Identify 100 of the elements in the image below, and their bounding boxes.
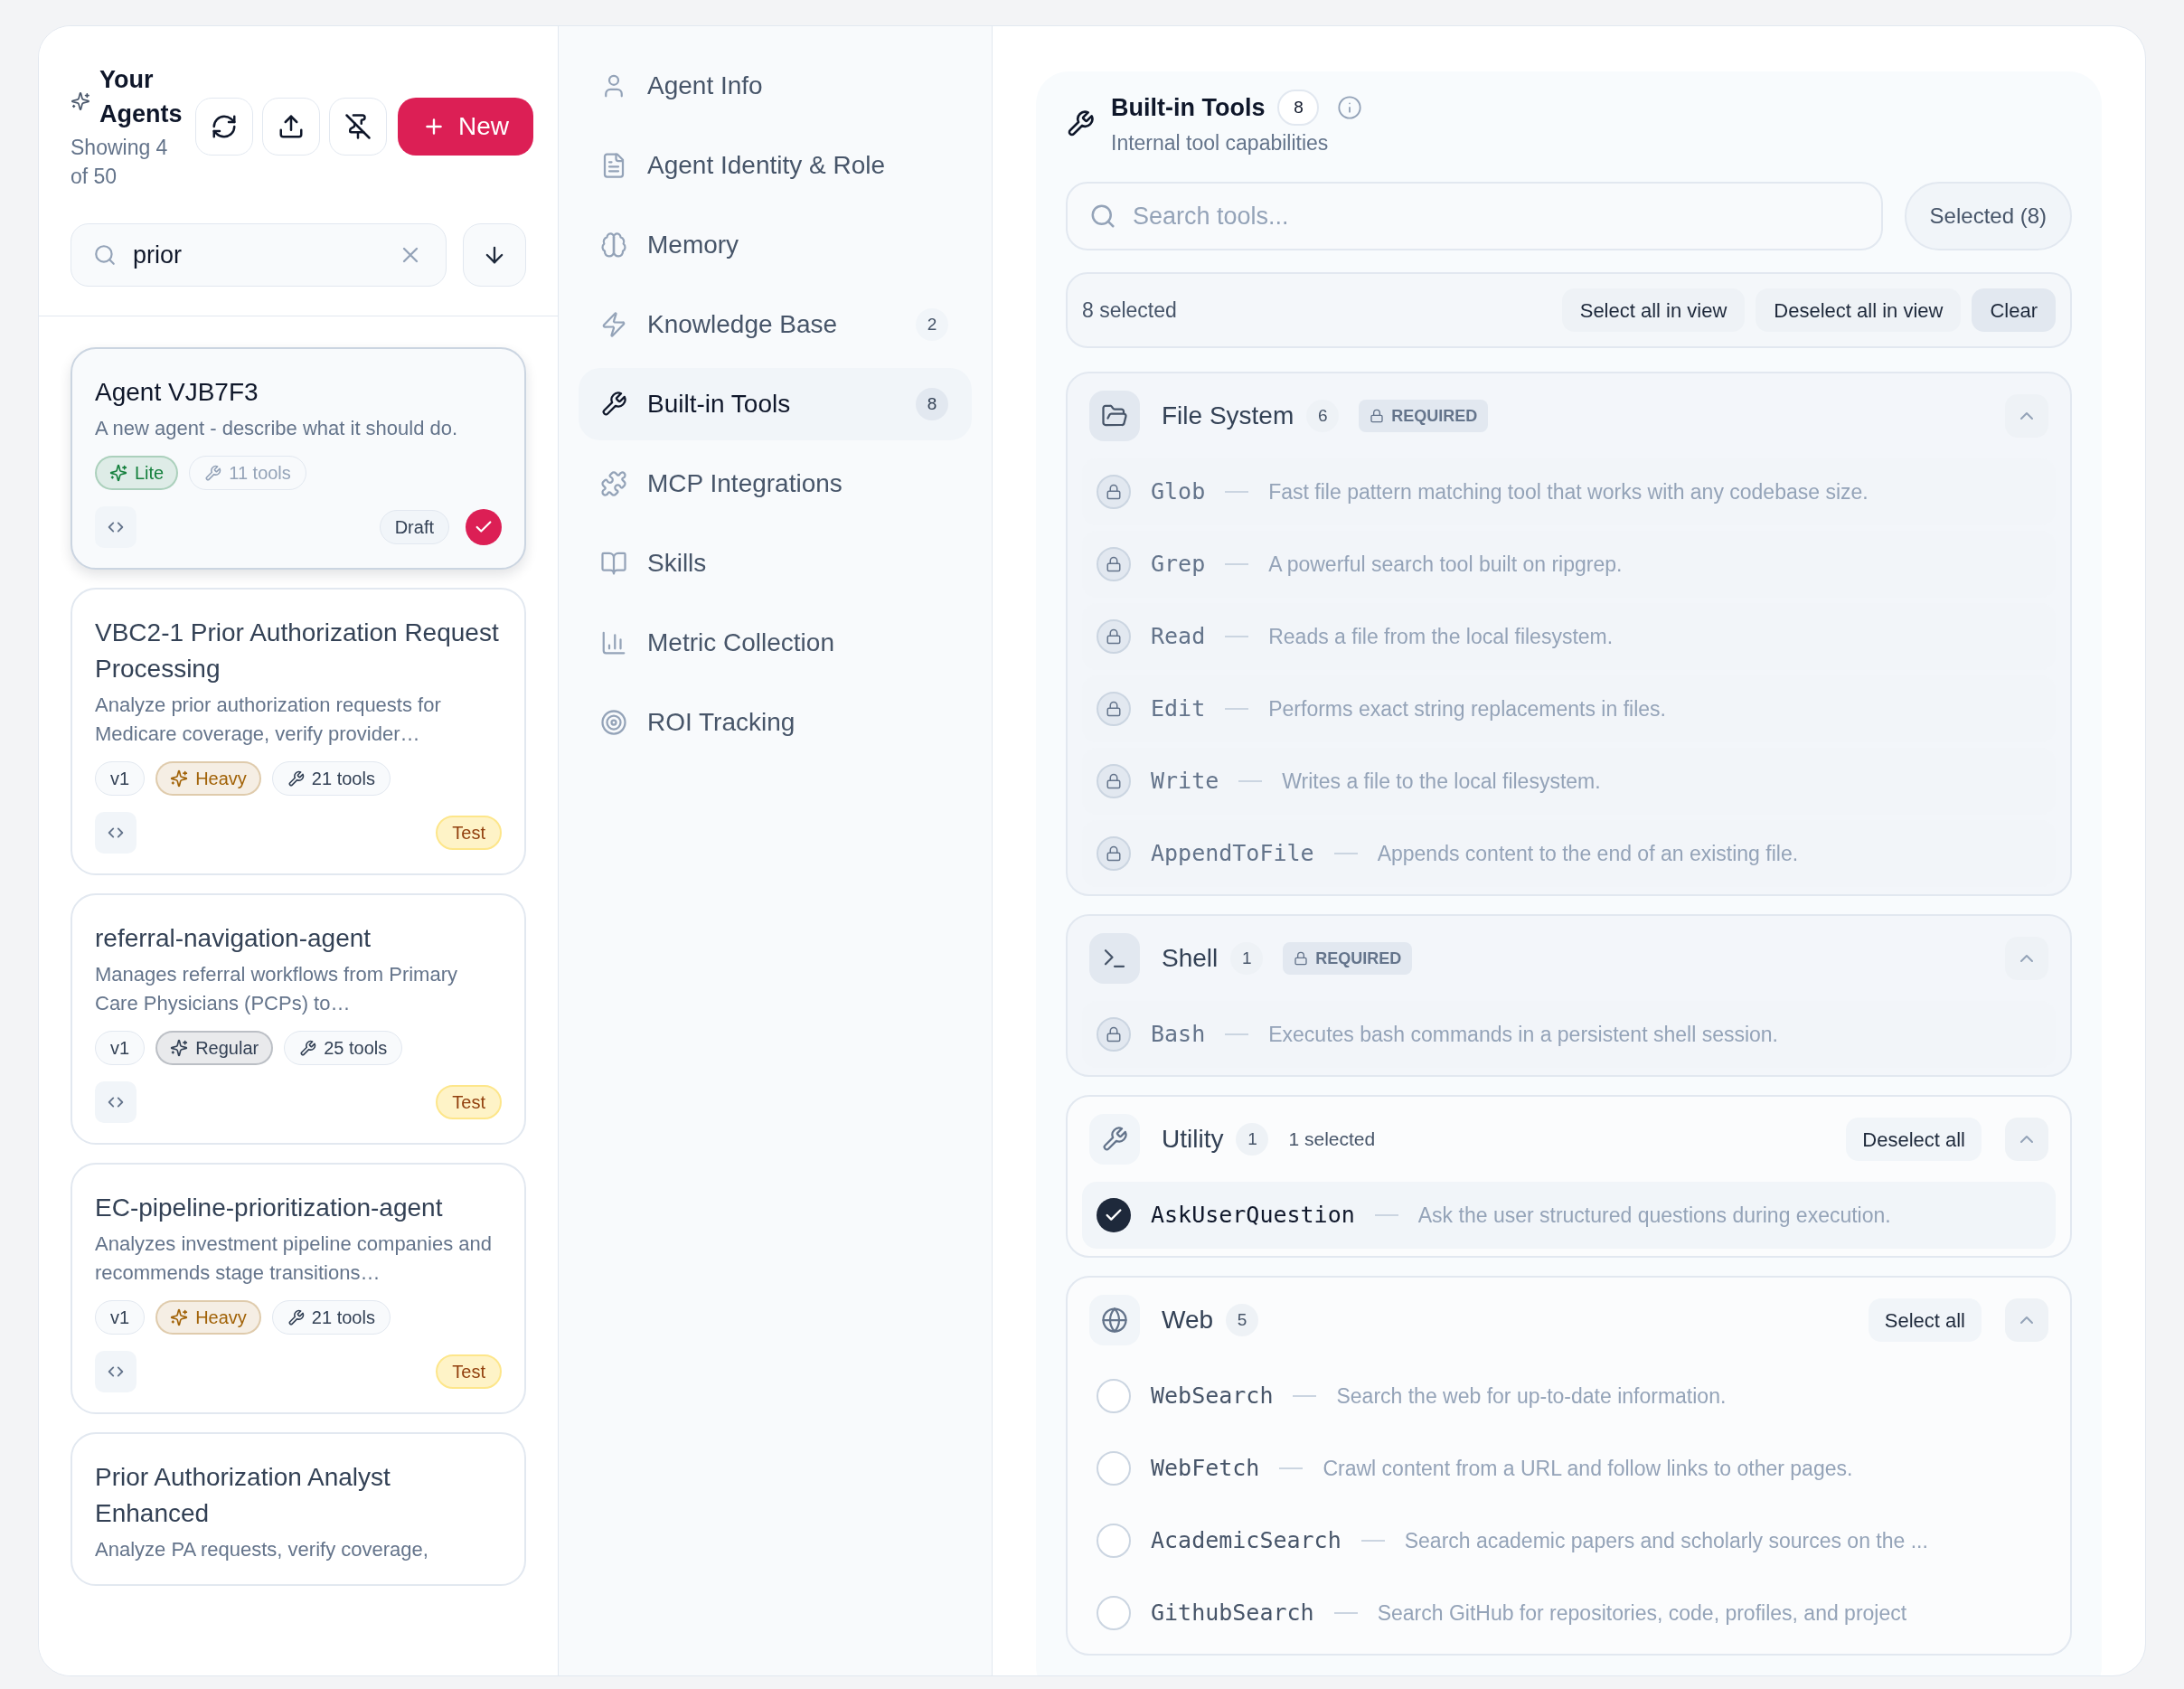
target-icon — [600, 709, 627, 736]
code-button[interactable] — [95, 506, 136, 548]
search-field[interactable]: Search tools... — [1066, 182, 1883, 250]
status-badge: Test — [436, 1354, 502, 1389]
wrench-icon — [600, 391, 627, 418]
agent-name: Prior Authorization Analyst Enhanced — [95, 1462, 391, 1529]
tool-description: Reads a file from the local filesystem. — [1268, 623, 1614, 650]
tool-description: Performs exact string replacements in files. — [1268, 695, 1666, 722]
status-badge: Test — [436, 1085, 502, 1119]
count-badge: 8 — [1277, 89, 1320, 126]
puzzle-icon — [600, 470, 627, 497]
tool-name: AskUserQuestion — [1151, 1201, 1355, 1231]
group-action-button[interactable]: Deselect all — [1846, 1118, 1982, 1161]
tool-name: Edit — [1151, 694, 1206, 724]
tool-name: Bash — [1151, 1020, 1206, 1050]
nav-item[interactable]: Built-in Tools 8 — [579, 368, 972, 440]
nav-item[interactable]: Metric Collection — [579, 607, 972, 679]
agent-name: referral-navigation-agent — [95, 923, 372, 954]
tool-name: GithubSearch — [1151, 1599, 1314, 1628]
agent-card[interactable]: Agent VJB7F3 A new agent - describe what it should do. Lite 11 tools Draft — [71, 347, 526, 570]
checkbox[interactable] — [1097, 1451, 1131, 1486]
unpin-button[interactable] — [329, 98, 387, 156]
tool-row[interactable]: AskUserQuestion Ask the user structured questions during execution. — [1082, 1182, 2056, 1249]
search-input[interactable]: prior — [133, 224, 381, 286]
tier-badge: Heavy — [155, 761, 261, 796]
tier-badge: Regular — [155, 1031, 274, 1065]
lock-icon — [1106, 701, 1122, 717]
group-action-button[interactable]: Select all — [1868, 1298, 1982, 1342]
search-field[interactable]: prior — [71, 223, 447, 287]
sparkles-icon — [71, 91, 90, 111]
tool-name: Write — [1151, 767, 1219, 797]
tool-name: Grep — [1151, 550, 1206, 580]
nav-item[interactable]: ROI Tracking — [579, 686, 972, 759]
book-icon — [600, 550, 627, 577]
tool-description: Appends content to the end of an existing file. — [1377, 840, 1799, 867]
agent-name: Agent VJB7F3 — [95, 377, 259, 408]
agent-card[interactable]: VBC2-1 Prior Authorization Request Processing Analyze prior authorization requests for Medicare coverage, verify provider… v1 Heavy 21 tools Test — [71, 588, 526, 875]
tool-name: Glob — [1151, 477, 1206, 507]
new-agent-button[interactable]: New — [398, 98, 533, 156]
tool-description: Fast file pattern matching tool that works with any codebase size. — [1268, 478, 1869, 505]
tier-badge: Heavy — [155, 1300, 261, 1335]
count-badge: 2 — [916, 308, 948, 341]
agent-description: Analyze prior authorization requests for Medicare coverage, verify provider… — [95, 693, 442, 747]
nav-item[interactable]: Agent Info — [579, 50, 972, 122]
bulk-action-button[interactable]: Deselect all in view — [1756, 288, 1962, 332]
search-icon — [1089, 203, 1116, 230]
checkbox[interactable] — [1097, 1596, 1131, 1630]
lock-icon — [1106, 773, 1122, 789]
agent-card[interactable]: EC-pipeline-prioritization-agent Analyzes investment pipeline companies and recommends stage transitions… v1 Heavy 21 tools Test — [71, 1163, 526, 1414]
bulk-action-button[interactable]: Clear — [1972, 288, 2056, 332]
nav-item[interactable]: Skills — [579, 527, 972, 599]
count-badge: 5 — [1226, 1304, 1259, 1336]
wrench-icon — [204, 464, 222, 482]
version-badge: v1 — [95, 1300, 146, 1335]
checkbox[interactable] — [1097, 1524, 1131, 1558]
code-button[interactable] — [95, 812, 136, 854]
nav-item[interactable]: Memory — [579, 209, 972, 281]
group-name: File System — [1162, 401, 1294, 431]
tool-count-badge: 21 tools — [271, 1300, 391, 1335]
refresh-button[interactable] — [195, 98, 253, 156]
collapse-button[interactable] — [2005, 937, 2048, 980]
collapse-button[interactable] — [2005, 1298, 2048, 1342]
bulk-action-button[interactable]: Select all in view — [1561, 288, 1746, 332]
lock-icon — [1106, 1026, 1122, 1043]
nav-item[interactable]: Agent Identity & Role — [579, 129, 972, 202]
tool-row[interactable]: WebFetch Crawl content from a URL and follow links to other pages. — [1082, 1435, 2056, 1502]
tier-badge: Lite — [95, 456, 179, 490]
collapse-button[interactable] — [2005, 1118, 2048, 1161]
version-badge: v1 — [95, 1031, 146, 1065]
tool-row[interactable]: GithubSearch Search GitHub for repositories, code, profiles, and project — [1082, 1580, 2056, 1647]
code-button[interactable] — [95, 1081, 136, 1123]
code-button[interactable] — [95, 1351, 136, 1392]
lock-icon — [1106, 484, 1122, 500]
agent-count: Showing 4 of 50 — [71, 135, 169, 190]
checkbox[interactable] — [1097, 1198, 1131, 1232]
tool-count-badge: 11 tools — [189, 456, 306, 490]
tool-count-badge: 25 tools — [284, 1031, 403, 1065]
tool-description: Search GitHub for repositories, code, profiles, and project — [1377, 1599, 1907, 1627]
checkbox[interactable] — [1097, 1379, 1131, 1413]
agent-card[interactable]: Prior Authorization Analyst Enhanced Analyze PA requests, verify coverage, — [71, 1432, 526, 1586]
refresh-icon — [211, 113, 238, 140]
sort-button[interactable] — [463, 223, 526, 287]
bar-chart-icon — [600, 629, 627, 656]
wrench-icon — [1101, 1126, 1128, 1153]
agent-description: A new agent - describe what it should do. — [95, 416, 459, 441]
nav-item[interactable]: MCP Integrations — [579, 448, 972, 520]
tool-row[interactable]: AcademicSearch Search academic papers and scholarly sources on the ... — [1082, 1507, 2056, 1574]
agent-name: EC-pipeline-prioritization-agent — [95, 1193, 444, 1223]
selected-filter-button[interactable]: Selected (8) — [1904, 182, 2072, 250]
agent-card[interactable]: referral-navigation-agent Manages referral workflows from Primary Care Physicians (PCPs) to… v1 Regular 25 tools Test — [71, 893, 526, 1145]
collapse-button[interactable] — [2005, 394, 2048, 438]
nav-item[interactable]: Knowledge Base 2 — [579, 288, 972, 361]
search-input[interactable]: Search tools... — [1133, 184, 1859, 249]
upload-button[interactable] — [262, 98, 320, 156]
tool-row[interactable]: WebSearch Search the web for up-to-date information. — [1082, 1363, 2056, 1430]
required-badge: REQUIRED — [1283, 942, 1413, 975]
search-icon — [93, 243, 117, 267]
wrench-icon — [299, 1039, 317, 1057]
status-badge: Draft — [379, 510, 449, 544]
version-badge: v1 — [95, 761, 146, 796]
